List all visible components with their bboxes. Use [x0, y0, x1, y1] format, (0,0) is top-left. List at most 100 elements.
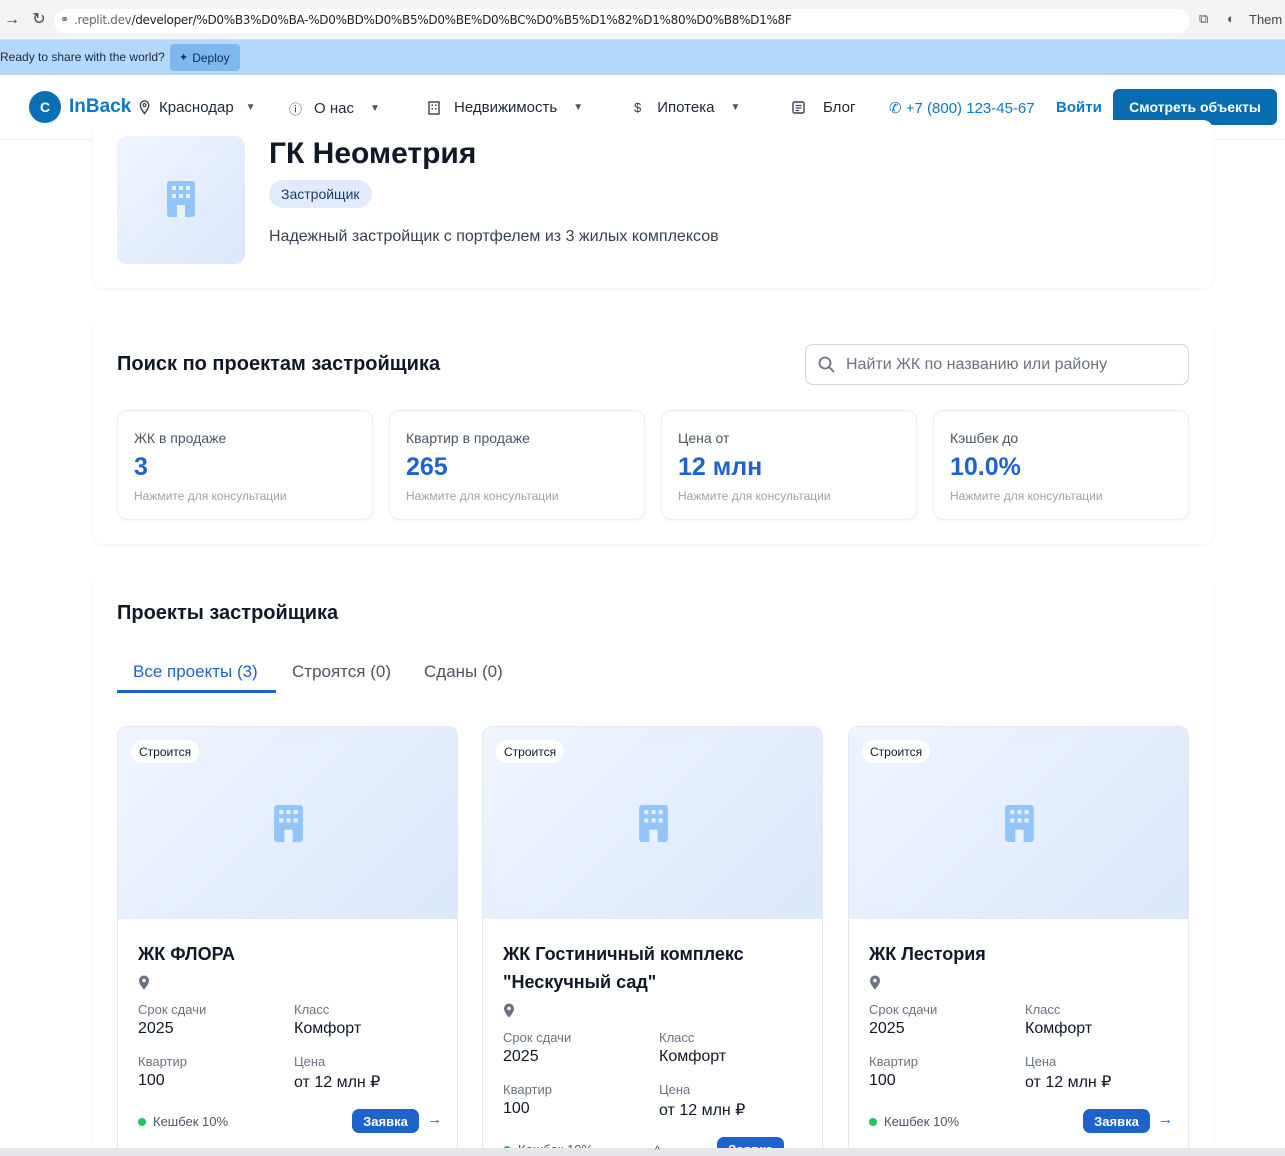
dollar-circle-icon: $: [634, 100, 642, 115]
stat-card-cashback[interactable]: Кэшбек до 10.0% Нажмите для консультации: [933, 410, 1189, 520]
status-dot-icon: [138, 1117, 146, 1126]
apply-button[interactable]: Заявка: [352, 1109, 419, 1133]
stat-card-apartments[interactable]: Квартир в продаже 265 Нажмите для консул…: [389, 410, 645, 520]
url-host: .replit.dev: [74, 13, 132, 27]
price-value: от 12 млн ₽: [294, 1074, 381, 1091]
tab-all-projects[interactable]: Все проекты (3): [133, 662, 258, 682]
browser-toolbar: → ↻ ⚭ .replit.dev/developer/%D0%B3%D0%BA…: [0, 0, 1285, 40]
deploy-button-label: Deploy: [192, 50, 230, 65]
project-image: Строится: [118, 727, 457, 919]
developer-description: Надежный застройщик с портфелем из 3 жил…: [269, 228, 719, 245]
cashback-indicator: Кешбек 10%: [138, 1114, 228, 1129]
url-text: .replit.dev/developer/%D0%B3%D0%BA-%D0%B…: [74, 13, 792, 27]
price-label: Цена: [294, 1054, 326, 1069]
nav-realty-label: Недвижимость: [454, 99, 558, 116]
arrow-right-icon[interactable]: →: [427, 1111, 442, 1128]
deploy-banner: Ready to share with the world? ✦ Deploy: [0, 40, 1285, 75]
project-card-lestoria[interactable]: Строится ЖК Лестория Срок сдачи 2025 Кла…: [848, 726, 1189, 1156]
project-name[interactable]: ЖК Лестория: [869, 940, 1169, 968]
price-label: Цена: [659, 1082, 691, 1097]
location-pin-icon: [139, 100, 150, 115]
deadline-value: 2025: [869, 1020, 905, 1037]
document-icon: [792, 101, 805, 114]
developer-badge: Застройщик: [269, 180, 372, 208]
apply-button[interactable]: Заявка: [1083, 1109, 1150, 1133]
forward-icon[interactable]: →: [3, 11, 21, 29]
address-bar[interactable]: ⚭ .replit.dev/developer/%D0%B3%D0%BA-%D0…: [54, 9, 1190, 33]
status-badge: Строится: [862, 740, 931, 763]
cashback-label: Кешбек 10%: [884, 1114, 960, 1129]
projects-section-title: Проекты застройщика: [117, 602, 339, 624]
building-icon: [428, 100, 440, 115]
stat-label: ЖК в продаже: [134, 430, 227, 446]
stat-hint: Нажмите для консультации: [950, 489, 1103, 503]
phone-icon: ✆: [889, 100, 902, 117]
apartments-label: Квартир: [138, 1054, 187, 1069]
chevron-up-icon[interactable]: ^: [655, 1145, 660, 1156]
search-section-title: Поиск по проектам застройщика: [117, 353, 441, 375]
project-image: Строится: [483, 727, 822, 919]
building-icon: [1005, 805, 1034, 842]
logo-text[interactable]: InBack: [69, 96, 131, 118]
login-link[interactable]: Войти: [1056, 99, 1102, 116]
deploy-button[interactable]: ✦ Deploy: [170, 44, 240, 71]
reload-icon[interactable]: ↻: [30, 11, 48, 29]
stat-label: Квартир в продаже: [406, 430, 530, 446]
location-pin-icon: [139, 975, 149, 990]
horizontal-scrollbar[interactable]: [0, 1148, 1285, 1156]
chevron-down-icon: ▼: [730, 102, 741, 113]
search-field[interactable]: [805, 344, 1189, 385]
deadline-label: Срок сдачи: [869, 1002, 938, 1017]
apartments-value: 100: [503, 1100, 530, 1117]
phone-link[interactable]: ✆ +7 (800) 123-45-67: [889, 99, 1035, 117]
deadline-value: 2025: [503, 1048, 539, 1065]
price-value: от 12 млн ₽: [1025, 1074, 1112, 1091]
link-icon: ⚭: [60, 14, 70, 26]
cast-icon[interactable]: ⧉: [1199, 11, 1215, 27]
stat-value: 265: [406, 453, 448, 481]
cashback-indicator: Кешбек 10%: [869, 1114, 959, 1129]
deadline-label: Срок сдачи: [138, 1002, 207, 1017]
palette-icon[interactable]: ◐: [1227, 11, 1243, 27]
stat-hint: Нажмите для консультации: [678, 489, 831, 503]
status-dot-icon: [869, 1117, 877, 1126]
location-pin-icon: [504, 1003, 514, 1018]
project-card-flora[interactable]: Строится ЖК ФЛОРА Срок сдачи 2025 Класс …: [117, 726, 458, 1156]
search-icon: [818, 356, 835, 373]
stat-hint: Нажмите для консультации: [406, 489, 559, 503]
building-icon: [639, 805, 668, 842]
project-name[interactable]: ЖК Гостиничный комплекс "Нескучный сад": [503, 940, 803, 996]
stat-card-price[interactable]: Цена от 12 млн Нажмите для консультации: [661, 410, 917, 520]
phone-number: +7 (800) 123-45-67: [905, 100, 1035, 117]
arrow-right-icon[interactable]: →: [1158, 1111, 1173, 1128]
search-input[interactable]: [846, 345, 1176, 384]
nav-about[interactable]: ⓘ О нас ▼: [289, 99, 380, 118]
chevron-down-icon: ▼: [245, 102, 256, 113]
apartments-label: Квартир: [503, 1082, 552, 1097]
apartments-value: 100: [869, 1072, 896, 1089]
active-tab-indicator: [117, 690, 276, 693]
deadline-label: Срок сдачи: [503, 1030, 572, 1045]
deploy-text: Ready to share with the world?: [0, 50, 165, 64]
nav-mortgage[interactable]: $ Ипотека ▼: [634, 99, 740, 116]
city-selector[interactable]: Краснодар ▼: [138, 99, 256, 116]
developer-card: [93, 120, 1213, 288]
project-card-neskuchny-sad[interactable]: Строится ЖК Гостиничный комплекс "Нескуч…: [482, 726, 823, 1156]
info-icon: ⓘ: [289, 102, 303, 117]
apartments-value: 100: [138, 1072, 165, 1089]
price-label: Цена: [1025, 1054, 1057, 1069]
status-badge: Строится: [496, 740, 565, 763]
stat-card-complexes[interactable]: ЖК в продаже 3 Нажмите для консультации: [117, 410, 373, 520]
tab-under-construction[interactable]: Строятся (0): [292, 662, 391, 682]
nav-blog[interactable]: Блог: [792, 99, 855, 116]
nav-realty[interactable]: Недвижимость ▼: [428, 99, 583, 116]
project-name[interactable]: ЖК ФЛОРА: [138, 940, 438, 968]
tab-completed[interactable]: Сданы (0): [424, 662, 503, 682]
city-label: Краснодар: [159, 99, 234, 116]
apartments-label: Квартир: [869, 1054, 918, 1069]
price-value: от 12 млн ₽: [659, 1102, 746, 1119]
logo-icon[interactable]: C: [29, 91, 61, 123]
rocket-icon: ✦: [179, 52, 189, 64]
building-icon: [274, 805, 303, 842]
theme-label[interactable]: Them: [1249, 12, 1282, 27]
